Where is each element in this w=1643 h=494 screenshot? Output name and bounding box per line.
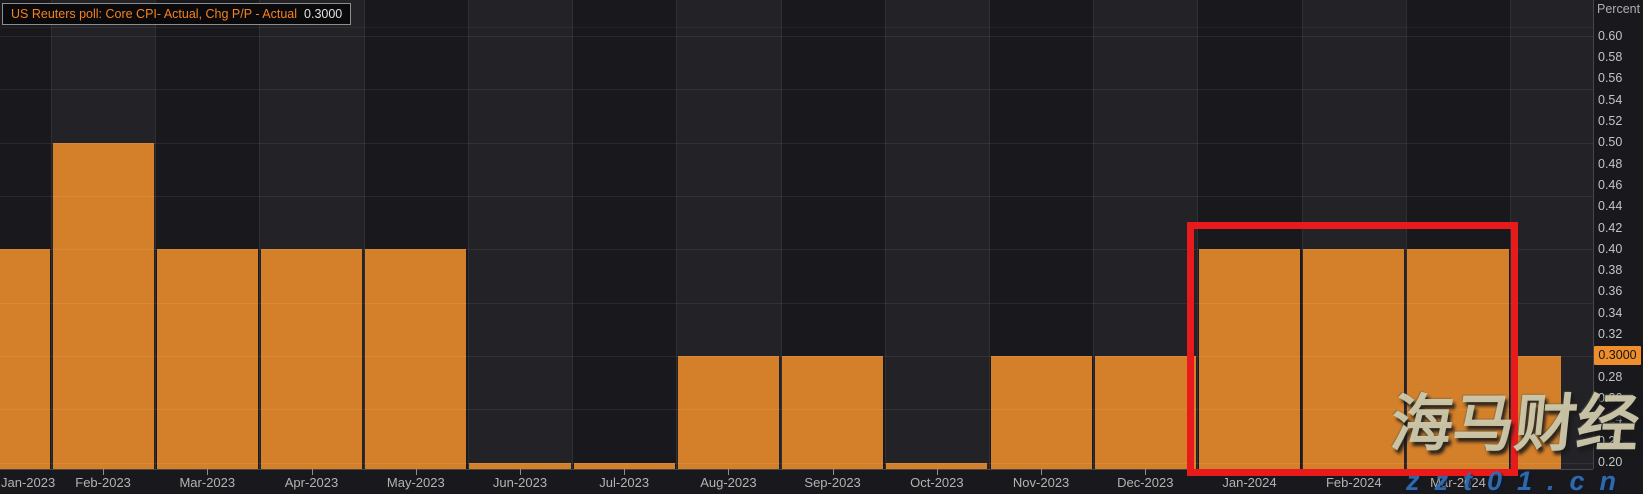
series-current-value: 0.3000: [304, 7, 342, 21]
x-axis-label: Jul-2023: [599, 475, 649, 490]
y-axis-label: 0.60: [1598, 29, 1622, 43]
bar-Jan-2023[interactable]: [0, 249, 50, 469]
h-gridline: [0, 196, 1593, 197]
month-band: [468, 0, 572, 469]
h-gridline: [0, 36, 1593, 37]
y-axis-label: 0.52: [1598, 114, 1622, 128]
bar-Sep-2023[interactable]: [782, 356, 883, 469]
y-axis-label: 0.34: [1598, 306, 1622, 320]
y-axis-label: 0.48: [1598, 157, 1622, 171]
y-axis-unit-label: Percent: [1597, 2, 1640, 16]
y-axis-label: 0.42: [1598, 221, 1622, 235]
y-axis-label: 0.28: [1598, 370, 1622, 384]
x-axis-label: Sep-2023: [804, 475, 860, 490]
month-band: [885, 0, 989, 469]
x-axis-label: Jan-2023: [1, 475, 55, 490]
y-axis-label: 0.40: [1598, 242, 1622, 256]
bar-Aug-2023[interactable]: [678, 356, 779, 469]
y-axis-label: 0.50: [1598, 135, 1622, 149]
y-axis-label: 0.54: [1598, 93, 1622, 107]
x-axis-label: Mar-2023: [179, 475, 235, 490]
bar-Apr-2023[interactable]: [261, 249, 362, 469]
y-axis-label: 0.44: [1598, 199, 1622, 213]
bar-May-2023[interactable]: [365, 249, 466, 469]
h-gridline: [0, 143, 1593, 144]
y-axis-label: 0.58: [1598, 50, 1622, 64]
v-gridline: [572, 0, 573, 469]
x-axis-label: Feb-2024: [1326, 475, 1382, 490]
x-axis-label: Oct-2023: [910, 475, 963, 490]
cpi-bar-chart: Percent 0.60 0.58 0.56 0.54 0.52 0.50 0.48 0.46…: [0, 0, 1643, 494]
y-axis-label: 0.56: [1598, 71, 1622, 85]
watermark-brand-url: zzt01.cn: [1406, 466, 1631, 494]
x-axis-label: Dec-2023: [1117, 475, 1173, 490]
x-axis-label: Aug-2023: [700, 475, 756, 490]
bar-Feb-2023[interactable]: [53, 143, 154, 469]
x-axis-label: Nov-2023: [1013, 475, 1069, 490]
bar-Mar-2023[interactable]: [157, 249, 258, 469]
h-gridline: [0, 89, 1593, 90]
x-axis-label: Feb-2023: [75, 475, 131, 490]
x-axis-label: Apr-2023: [285, 475, 338, 490]
current-value-badge: 0.3000: [1594, 346, 1641, 365]
v-gridline: [885, 0, 886, 469]
y-axis-label: 0.46: [1598, 178, 1622, 192]
watermark-brand-cjk: 海马财经: [1388, 394, 1643, 456]
bar-Nov-2023[interactable]: [991, 356, 1092, 469]
x-axis-label: Jan-2024: [1222, 475, 1276, 490]
y-axis-label: 0.36: [1598, 284, 1622, 298]
y-axis-label: 0.32: [1598, 327, 1622, 341]
bar-Dec-2023[interactable]: [1095, 356, 1196, 469]
legend-title-box[interactable]: US Reuters poll: Core CPI- Actual, Chg P…: [2, 3, 351, 25]
x-axis-label: Jun-2023: [493, 475, 547, 490]
series-title: US Reuters poll: Core CPI- Actual, Chg P…: [11, 7, 297, 21]
top-divider-line: [0, 27, 1593, 28]
y-axis-label: 0.38: [1598, 263, 1622, 277]
v-gridline: [468, 0, 469, 469]
x-axis-label: May-2023: [387, 475, 445, 490]
